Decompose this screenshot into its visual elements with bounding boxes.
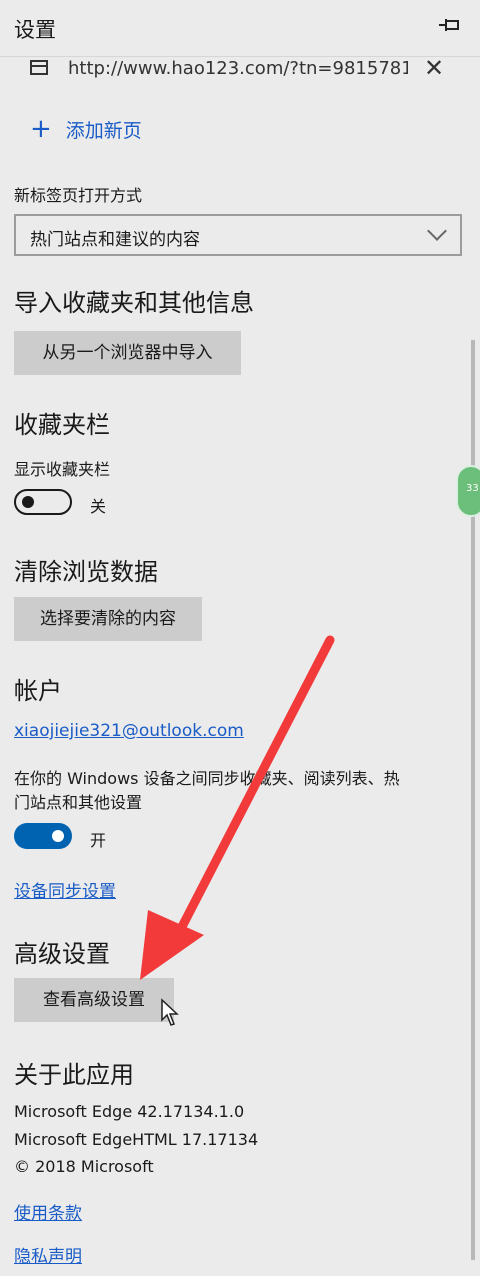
new-tab-selected-value: 热门站点和建议的内容: [30, 230, 200, 250]
import-heading: 导入收藏夹和其他信息: [14, 289, 254, 317]
favorites-bar-state: 关: [90, 497, 107, 516]
annotation-arrow: [140, 635, 335, 980]
floating-badge: 33: [456, 465, 480, 517]
choose-what-to-clear-button[interactable]: 选择要清除的内容: [14, 597, 202, 641]
start-page-entry: http://www.hao123.com/?tn=98157817 ✕: [28, 56, 448, 84]
account-email-link[interactable]: xiaojiejie321@outlook.com: [14, 721, 244, 741]
favorites-bar-heading: 收藏夹栏: [14, 411, 110, 439]
favorites-bar-toggle[interactable]: [14, 489, 72, 515]
header-divider: [0, 56, 480, 57]
privacy-statement-link[interactable]: 隐私声明: [14, 1242, 82, 1267]
pin-icon[interactable]: [438, 16, 460, 34]
page-icon: [30, 60, 48, 75]
sync-state: 开: [90, 831, 107, 850]
copyright: © 2018 Microsoft: [14, 1157, 154, 1176]
view-advanced-settings-button[interactable]: 查看高级设置: [14, 978, 174, 1022]
start-page-url: http://www.hao123.com/?tn=98157817: [68, 58, 408, 79]
toggle-knob: [22, 496, 34, 508]
new-tab-select[interactable]: 热门站点和建议的内容: [14, 214, 462, 256]
settings-title: 设置: [14, 18, 56, 42]
account-heading: 帐户: [14, 677, 62, 705]
show-favorites-bar-label: 显示收藏夹栏: [14, 460, 111, 479]
device-sync-settings-link[interactable]: 设备同步设置: [14, 877, 116, 902]
plus-icon: +: [30, 114, 52, 144]
advanced-settings-heading: 高级设置: [14, 940, 110, 968]
sync-description-line2: 门站点和其他设置: [14, 793, 143, 812]
toggle-knob: [52, 830, 64, 842]
import-from-browser-button[interactable]: 从另一个浏览器中导入: [14, 331, 241, 375]
sync-description-line1: 在你的 Windows 设备之间同步收藏夹、阅读列表、热: [14, 769, 400, 788]
chevron-down-icon: [427, 221, 447, 241]
add-new-page-label: 添加新页: [65, 119, 142, 142]
clear-data-heading: 清除浏览数据: [14, 558, 158, 586]
edgehtml-version: Microsoft EdgeHTML 17.17134: [14, 1130, 259, 1149]
add-new-page-link[interactable]: + 添加新页: [30, 115, 142, 143]
close-icon[interactable]: ✕: [424, 56, 444, 80]
about-heading: 关于此应用: [14, 1061, 134, 1089]
edge-version: Microsoft Edge 42.17134.1.0: [14, 1102, 245, 1121]
terms-of-use-link[interactable]: 使用条款: [14, 1199, 82, 1224]
sync-toggle[interactable]: [14, 823, 72, 849]
new-tab-label: 新标签页打开方式: [14, 186, 143, 205]
mouse-cursor-icon: [161, 998, 179, 1026]
